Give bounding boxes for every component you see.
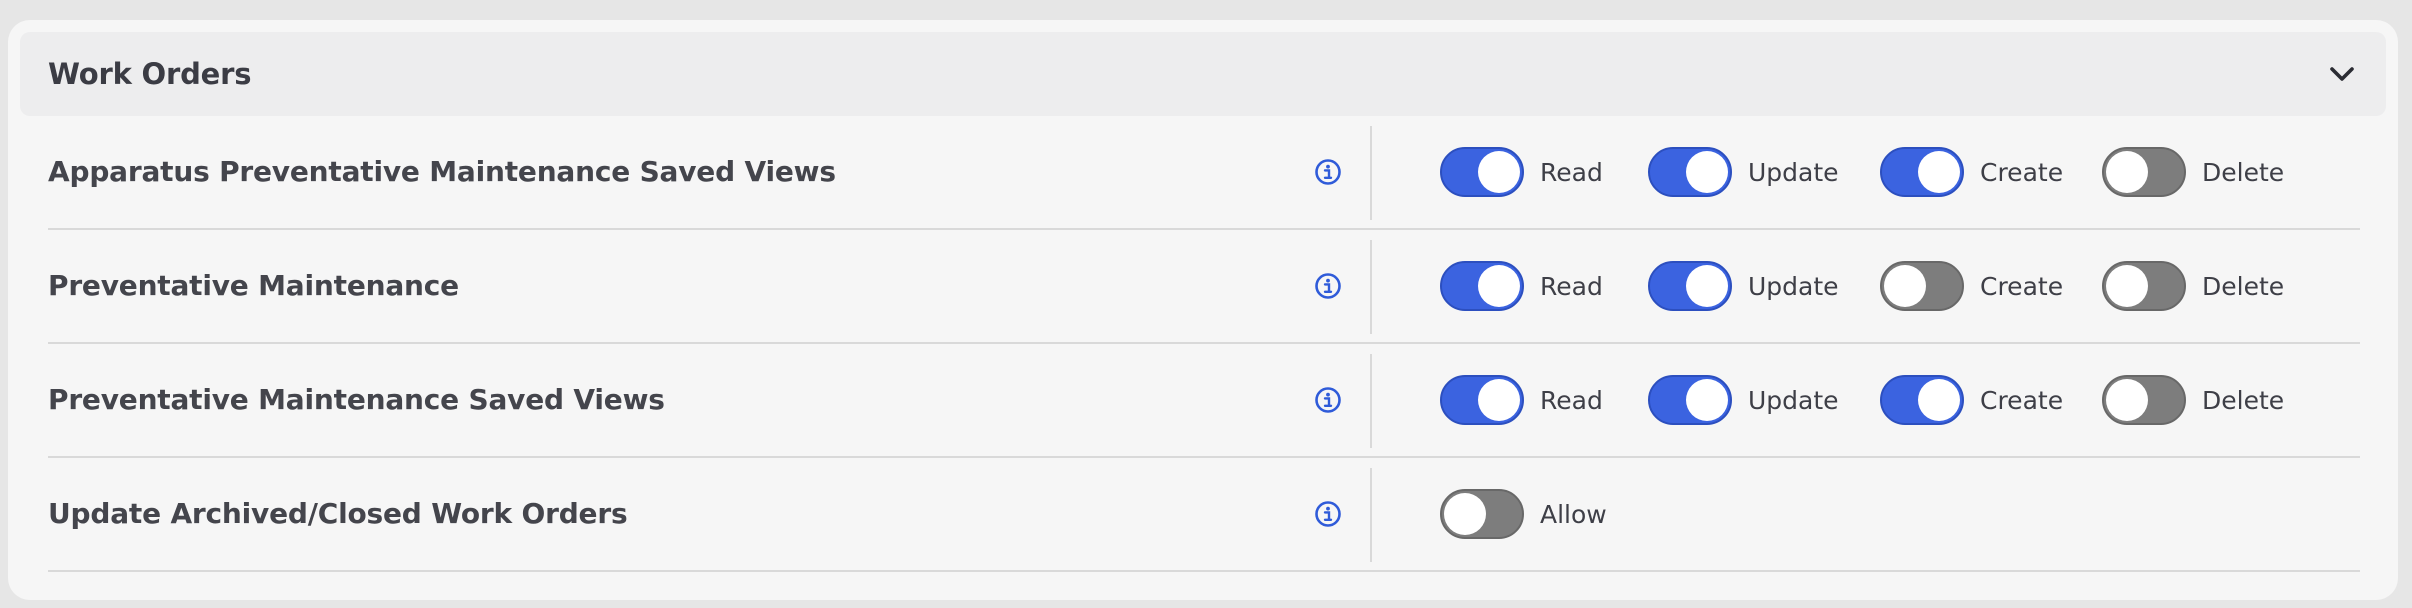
toggle-knob: [2106, 151, 2148, 193]
section-title: Work Orders: [48, 57, 252, 91]
toggle-switch-create[interactable]: [1880, 261, 1964, 311]
permission-row-label: Update Archived/Closed Work Orders: [48, 497, 628, 530]
toggle-switch-update[interactable]: [1648, 261, 1732, 311]
toggle-knob: [1686, 379, 1728, 421]
info-icon[interactable]: [1314, 386, 1342, 414]
toggle-knob: [1444, 493, 1486, 535]
toggle-switch-update[interactable]: [1648, 147, 1732, 197]
permission-toggle-update: Update: [1648, 344, 1839, 456]
toggle-label: Update: [1748, 385, 1839, 415]
permission-toggle-create: Create: [1880, 344, 2063, 456]
work-orders-panel: Work Orders Apparatus Preventative Maint…: [8, 20, 2398, 600]
chevron-down-icon[interactable]: [2326, 58, 2358, 90]
toggle-label: Read: [1540, 271, 1603, 301]
permission-toggle-delete: Delete: [2102, 116, 2284, 228]
permission-row: Preventative Maintenance Saved Views Read…: [48, 344, 2360, 458]
permission-row-label: Preventative Maintenance Saved Views: [48, 383, 665, 416]
toggle-switch-read[interactable]: [1440, 375, 1524, 425]
toggle-label: Update: [1748, 271, 1839, 301]
permission-row: Apparatus Preventative Maintenance Saved…: [48, 116, 2360, 230]
section-header[interactable]: Work Orders: [20, 32, 2386, 116]
toggle-switch-delete[interactable]: [2102, 375, 2186, 425]
row-divider: [1370, 126, 1372, 220]
toggle-switch-allow[interactable]: [1440, 489, 1524, 539]
permission-toggle-read: Read: [1440, 344, 1603, 456]
toggle-label: Create: [1980, 385, 2064, 415]
toggle-label: Read: [1540, 385, 1603, 415]
toggle-knob: [1478, 151, 1520, 193]
permission-toggle-create: Create: [1880, 230, 2063, 342]
toggle-knob: [2106, 265, 2148, 307]
permission-toggle-create: Create: [1880, 116, 2063, 228]
toggle-label: Read: [1540, 157, 1603, 187]
toggle-switch-read[interactable]: [1440, 147, 1524, 197]
permission-toggle-delete: Delete: [2102, 230, 2284, 342]
permission-toggle-update: Update: [1648, 230, 1839, 342]
toggle-switch-create[interactable]: [1880, 147, 1964, 197]
permission-toggle-update: Update: [1648, 116, 1839, 228]
toggle-label: Allow: [1540, 499, 1607, 529]
toggle-knob: [1686, 151, 1728, 193]
permission-toggle-read: Read: [1440, 230, 1603, 342]
toggle-label: Delete: [2202, 271, 2285, 301]
permission-toggle-delete: Delete: [2102, 344, 2284, 456]
info-icon[interactable]: [1314, 500, 1342, 528]
permission-toggle-allow: Allow: [1440, 458, 1607, 570]
toggle-switch-update[interactable]: [1648, 375, 1732, 425]
toggle-knob: [1478, 379, 1520, 421]
toggle-label: Create: [1980, 271, 2064, 301]
toggle-label: Update: [1748, 157, 1839, 187]
toggle-knob: [2106, 379, 2148, 421]
info-icon[interactable]: [1314, 272, 1342, 300]
permission-row: Preventative Maintenance Read Update Create…: [48, 230, 2360, 344]
toggle-switch-create[interactable]: [1880, 375, 1964, 425]
toggle-switch-read[interactable]: [1440, 261, 1524, 311]
toggle-knob: [1918, 379, 1960, 421]
toggle-switch-delete[interactable]: [2102, 147, 2186, 197]
toggle-label: Delete: [2202, 157, 2285, 187]
toggle-label: Create: [1980, 157, 2064, 187]
row-divider: [1370, 354, 1372, 448]
permission-row: Update Archived/Closed Work Orders Allow: [48, 458, 2360, 572]
toggle-knob: [1918, 151, 1960, 193]
permission-row-label: Apparatus Preventative Maintenance Saved…: [48, 155, 836, 188]
toggle-knob: [1884, 265, 1926, 307]
toggle-knob: [1478, 265, 1520, 307]
row-divider: [1370, 240, 1372, 334]
permission-row-label: Preventative Maintenance: [48, 269, 459, 302]
info-icon[interactable]: [1314, 158, 1342, 186]
toggle-knob: [1686, 265, 1728, 307]
toggle-label: Delete: [2202, 385, 2285, 415]
toggle-switch-delete[interactable]: [2102, 261, 2186, 311]
row-divider: [1370, 468, 1372, 562]
permission-toggle-read: Read: [1440, 116, 1603, 228]
